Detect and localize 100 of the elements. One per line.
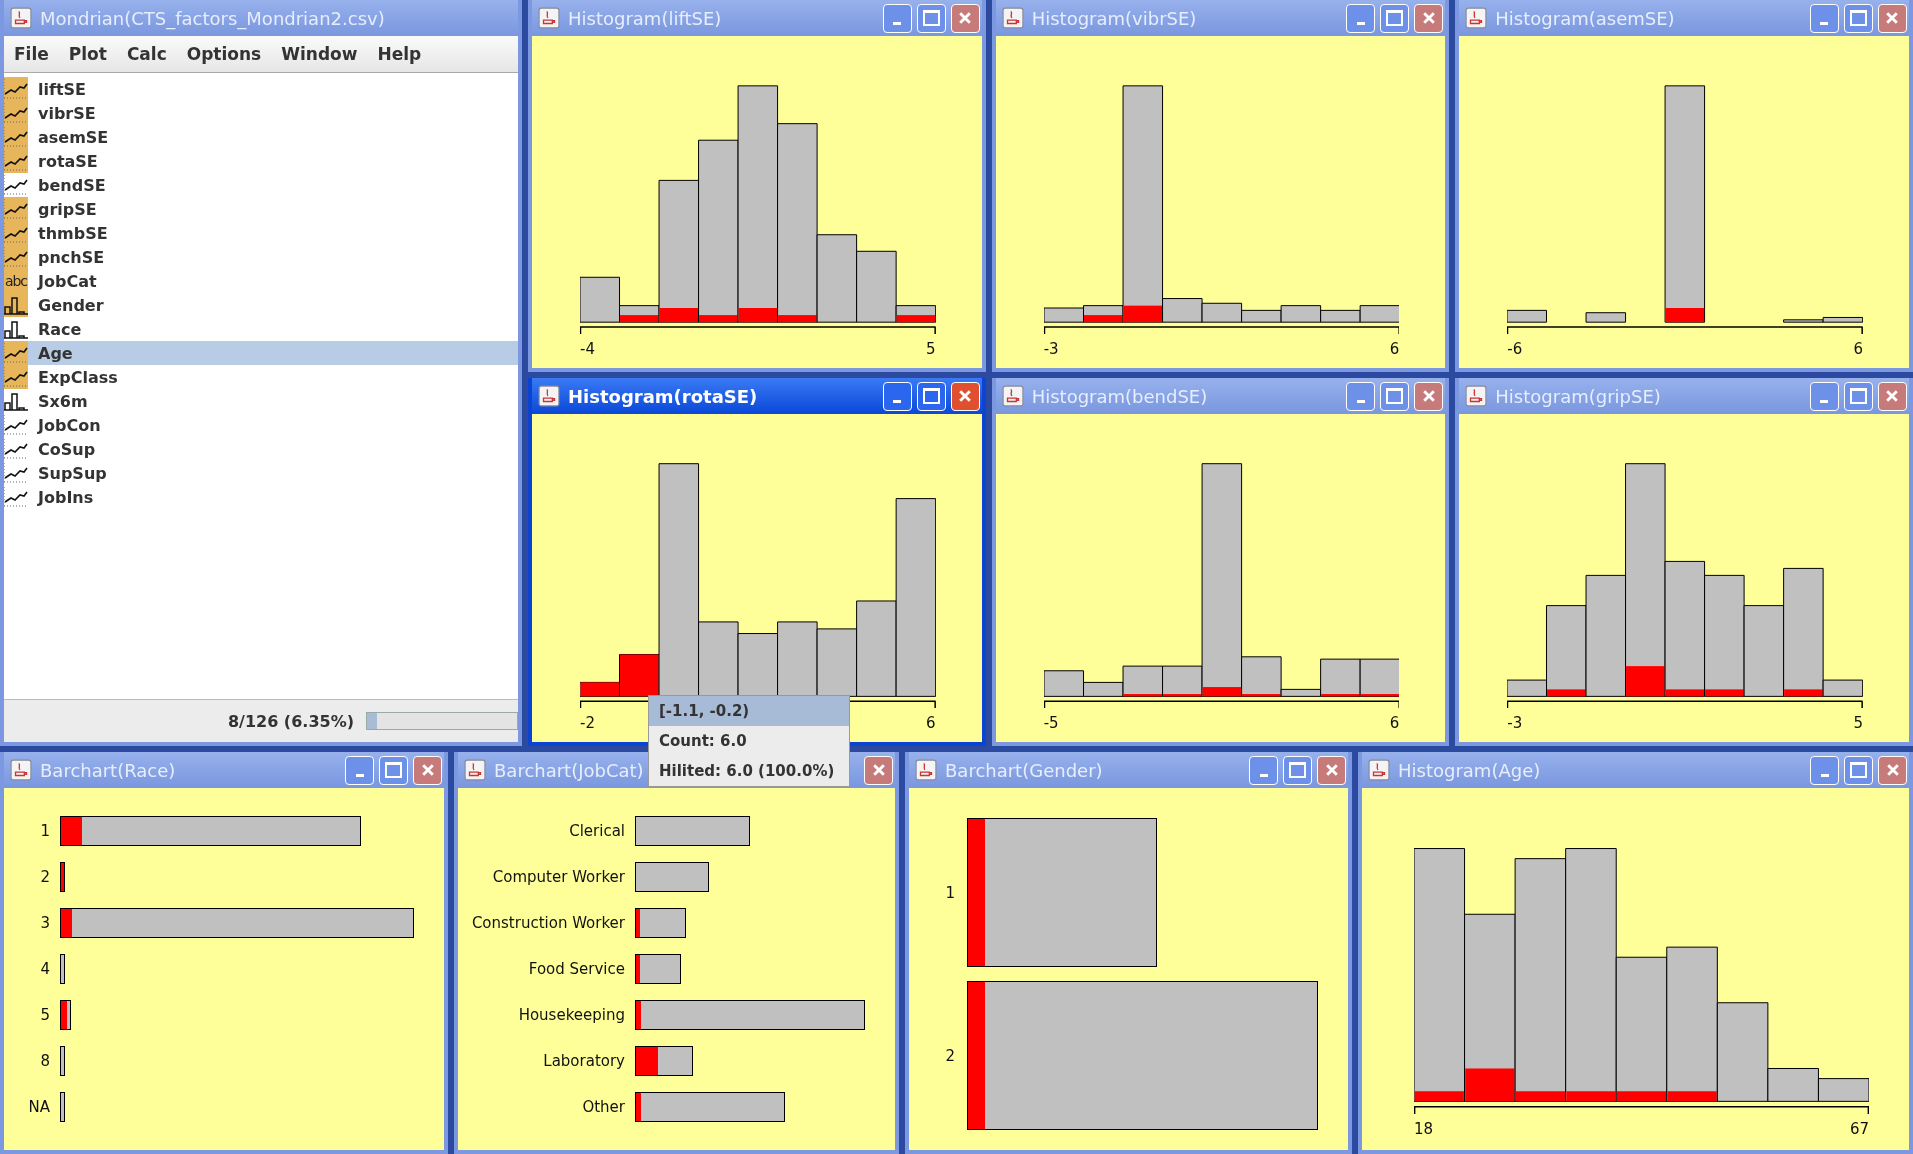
window-title: Histogram(vibrSE) <box>1031 7 1197 29</box>
menu-item[interactable]: Help <box>377 44 422 64</box>
variable-item[interactable]: JobCon <box>4 413 518 437</box>
cup-icon <box>464 759 486 781</box>
highlighted-portion <box>636 1093 641 1121</box>
close-icon <box>957 388 974 404</box>
tooltip-line: Hilited: 6.0 (100.0%) <box>658 761 836 782</box>
close-button[interactable] <box>413 755 442 785</box>
variable-item[interactable]: ExpClass <box>4 365 518 389</box>
highlighted-portion <box>61 1001 67 1029</box>
close-button[interactable] <box>950 381 980 411</box>
maximize-button[interactable] <box>1380 381 1410 411</box>
minimize-button[interactable] <box>882 3 912 33</box>
category-label: 1 <box>39 822 50 840</box>
close-button[interactable] <box>1878 381 1907 411</box>
variable-item[interactable]: liftSE <box>4 77 518 101</box>
window-title: Barchart(Gender) <box>945 759 1103 781</box>
selection-count: 8/126 (6.35%) <box>227 711 354 731</box>
window-title: Histogram(Age) <box>1398 759 1541 781</box>
histogram-bar <box>1359 658 1400 697</box>
variable-item[interactable]: vibrSE <box>4 101 518 125</box>
minimize-button[interactable] <box>1249 755 1278 785</box>
maximize-button[interactable] <box>1380 3 1410 33</box>
axis-label: 6 <box>1853 340 1863 358</box>
maximize-button[interactable] <box>916 381 946 411</box>
bar <box>60 954 66 984</box>
menu-item[interactable]: Calc <box>126 44 167 64</box>
maximize-button[interactable] <box>1844 3 1873 33</box>
variable-item[interactable]: abc JobCat <box>4 269 518 293</box>
highlighted-portion <box>636 909 641 937</box>
variable-item[interactable]: Race <box>4 317 518 341</box>
variable-item[interactable]: rotaSE <box>4 149 518 173</box>
menu-item[interactable]: Window <box>281 44 358 64</box>
histogram-bar <box>737 633 779 697</box>
close-button[interactable] <box>864 755 893 785</box>
axis-label: -2 <box>580 714 595 732</box>
category-label: NA <box>27 1098 50 1116</box>
minimize-button[interactable] <box>1346 3 1376 33</box>
highlighted-portion <box>1665 308 1705 323</box>
minimize-button[interactable] <box>882 381 912 411</box>
close-icon <box>957 10 974 26</box>
histogram-bar <box>1359 305 1400 323</box>
histogram-bar <box>1507 309 1548 323</box>
close-button[interactable] <box>950 3 980 33</box>
variable-item[interactable]: Age <box>4 341 518 365</box>
histogram-bar <box>1817 1078 1869 1102</box>
axis-label: -3 <box>1043 340 1059 358</box>
histogram-bar <box>816 628 858 697</box>
variable-item[interactable]: Gender <box>4 293 518 317</box>
axis-label: -5 <box>1043 714 1059 732</box>
window-title: Histogram(rotaSE) <box>568 385 758 407</box>
maximize-button[interactable] <box>916 3 946 33</box>
maximize-button[interactable] <box>1844 755 1873 785</box>
category-label: Laboratory <box>542 1052 625 1070</box>
window-title: Barchart(Race) <box>40 759 176 781</box>
highlighted-portion <box>1547 689 1586 697</box>
axis-label: -6 <box>1507 340 1523 358</box>
minimize-button[interactable] <box>1346 381 1376 411</box>
menu-item[interactable]: File <box>14 44 49 64</box>
window-title: Histogram(liftSE) <box>568 7 722 29</box>
variable-item[interactable]: asemSE <box>4 125 518 149</box>
variable-item[interactable]: gripSE <box>4 197 518 221</box>
bar <box>60 1046 66 1076</box>
axis-label: 5 <box>926 340 936 358</box>
maximize-button[interactable] <box>1283 755 1312 785</box>
close-button[interactable] <box>1878 3 1907 33</box>
axis-label: 6 <box>926 714 936 732</box>
variable-item[interactable]: pnchSE <box>4 245 518 269</box>
highlighted-portion <box>636 955 641 983</box>
close-button[interactable] <box>1414 381 1444 411</box>
variable-item[interactable]: JobIns <box>4 485 518 509</box>
menu-item[interactable]: Plot <box>68 44 107 64</box>
window-title: Histogram(gripSE) <box>1495 385 1661 407</box>
highlighted-portion <box>636 1001 641 1029</box>
variable-item[interactable]: SupSup <box>4 461 518 485</box>
histogram-bar <box>1280 305 1321 323</box>
variable-item[interactable]: CoSup <box>4 437 518 461</box>
close-button[interactable] <box>1878 755 1907 785</box>
menu-item[interactable]: Options <box>186 44 262 64</box>
close-button[interactable] <box>1317 755 1346 785</box>
highlighted-portion <box>1784 689 1823 697</box>
cup-icon <box>1001 7 1024 29</box>
minimize-button[interactable] <box>1810 381 1839 411</box>
maximize-button[interactable] <box>379 755 408 785</box>
cup-icon <box>1465 385 1488 407</box>
maximize-button[interactable] <box>1844 381 1873 411</box>
category-label: 1 <box>944 883 955 902</box>
minimize-button[interactable] <box>345 755 374 785</box>
highlighted-portion <box>896 315 936 323</box>
category-label: 4 <box>39 960 50 978</box>
variable-item[interactable]: Sx6m <box>4 389 518 413</box>
close-button[interactable] <box>1414 3 1444 33</box>
axis-label: 18 <box>1414 1120 1434 1138</box>
variable-item[interactable]: thmbSE <box>4 221 518 245</box>
category-label: Construction Worker <box>470 914 625 932</box>
histogram-bar <box>1585 312 1627 323</box>
variable-item[interactable]: bendSE <box>4 173 518 197</box>
minimize-button[interactable] <box>1810 3 1839 33</box>
minimize-button[interactable] <box>1810 755 1839 785</box>
highlighted-portion <box>61 817 83 845</box>
